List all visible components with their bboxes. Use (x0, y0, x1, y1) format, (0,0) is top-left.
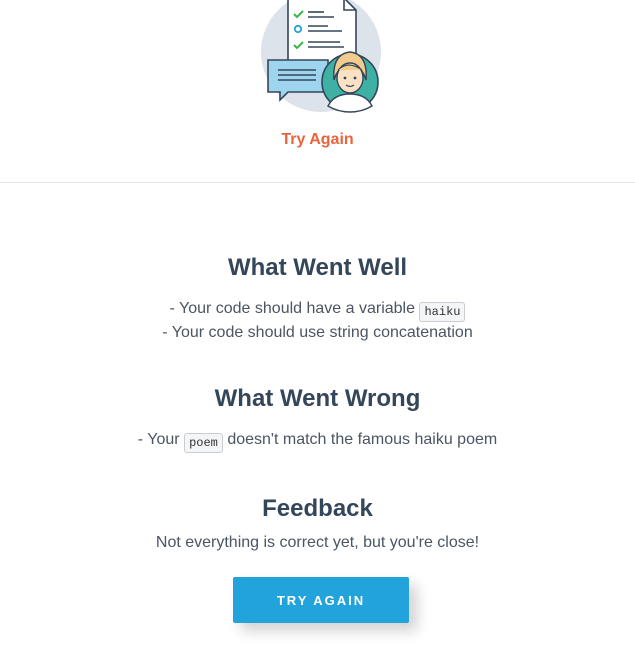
result-header: Try Again (0, 0, 635, 183)
went-wrong-item-suffix: doesn't match the famous haiku poem (227, 431, 498, 448)
try-again-button[interactable]: TRY AGAIN (233, 577, 409, 623)
went-well-item: - Your code should have a variable haiku (0, 300, 635, 322)
feedback-message: Not everything is correct yet, but you'r… (155, 534, 480, 551)
code-snippet: haiku (419, 302, 466, 322)
code-snippet: poem (184, 433, 223, 453)
feedback-heading: Feedback (262, 495, 373, 522)
went-well-heading: What Went Well (227, 254, 408, 281)
went-wrong-item: - Your poem doesn't match the famous hai… (0, 431, 635, 453)
went-wrong-heading: What Went Wrong (214, 385, 421, 412)
result-status-label: Try Again (281, 131, 354, 148)
quiz-result-person-icon (261, 0, 381, 113)
went-well-item: - Your code should use string concatenat… (162, 324, 473, 341)
went-wrong-item-prefix: - Your (137, 431, 180, 448)
went-well-item-text: - Your code should have a variable (169, 300, 416, 317)
